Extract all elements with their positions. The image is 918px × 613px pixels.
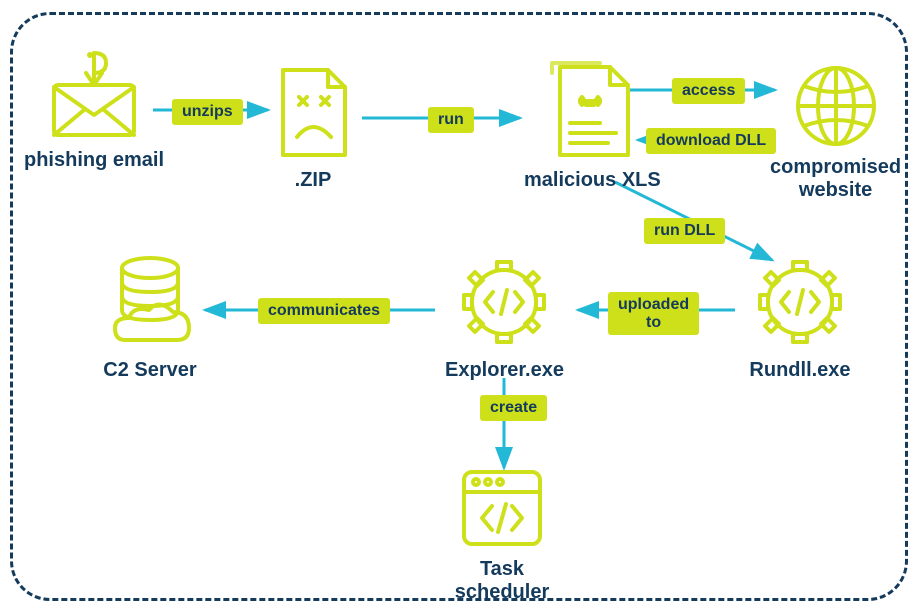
node-phishing-email: phishing email: [24, 45, 164, 172]
node-c2: C2 Server: [95, 250, 205, 382]
edge-download: download DLL: [646, 128, 776, 154]
website-label: compromised website: [770, 156, 901, 202]
edge-communicates: communicates: [258, 298, 390, 324]
task-label: Task scheduler: [455, 558, 549, 604]
node-explorer: Explorer.exe: [445, 250, 564, 382]
phishing-email-label: phishing email: [24, 149, 164, 172]
node-task: Task scheduler: [450, 462, 554, 604]
phishing-email-icon: [34, 45, 154, 145]
xls-icon: [538, 55, 646, 165]
node-zip: .ZIP: [263, 55, 363, 192]
explorer-label: Explorer.exe: [445, 359, 564, 382]
server-cloud-icon: [95, 250, 205, 355]
node-rundll: Rundll.exe: [745, 250, 855, 382]
edge-run: run: [428, 107, 474, 133]
xls-label: malicious XLS: [524, 169, 661, 192]
edge-uploaded: uploaded to: [608, 292, 699, 335]
node-xls: malicious XLS: [524, 55, 661, 192]
zip-label: .ZIP: [295, 169, 332, 192]
edge-create: create: [480, 395, 547, 421]
globe-icon: [786, 60, 886, 152]
task-scheduler-icon: [450, 462, 554, 554]
c2-label: C2 Server: [103, 359, 196, 382]
gear-code-icon-explorer: [449, 250, 559, 355]
edge-access: access: [672, 78, 745, 104]
node-website: compromised website: [770, 60, 901, 202]
edge-unzips: unzips: [172, 99, 243, 125]
rundll-label: Rundll.exe: [749, 359, 850, 382]
edge-rundll: run DLL: [644, 218, 725, 244]
zip-icon: [263, 55, 363, 165]
gear-code-icon-rundll: [745, 250, 855, 355]
